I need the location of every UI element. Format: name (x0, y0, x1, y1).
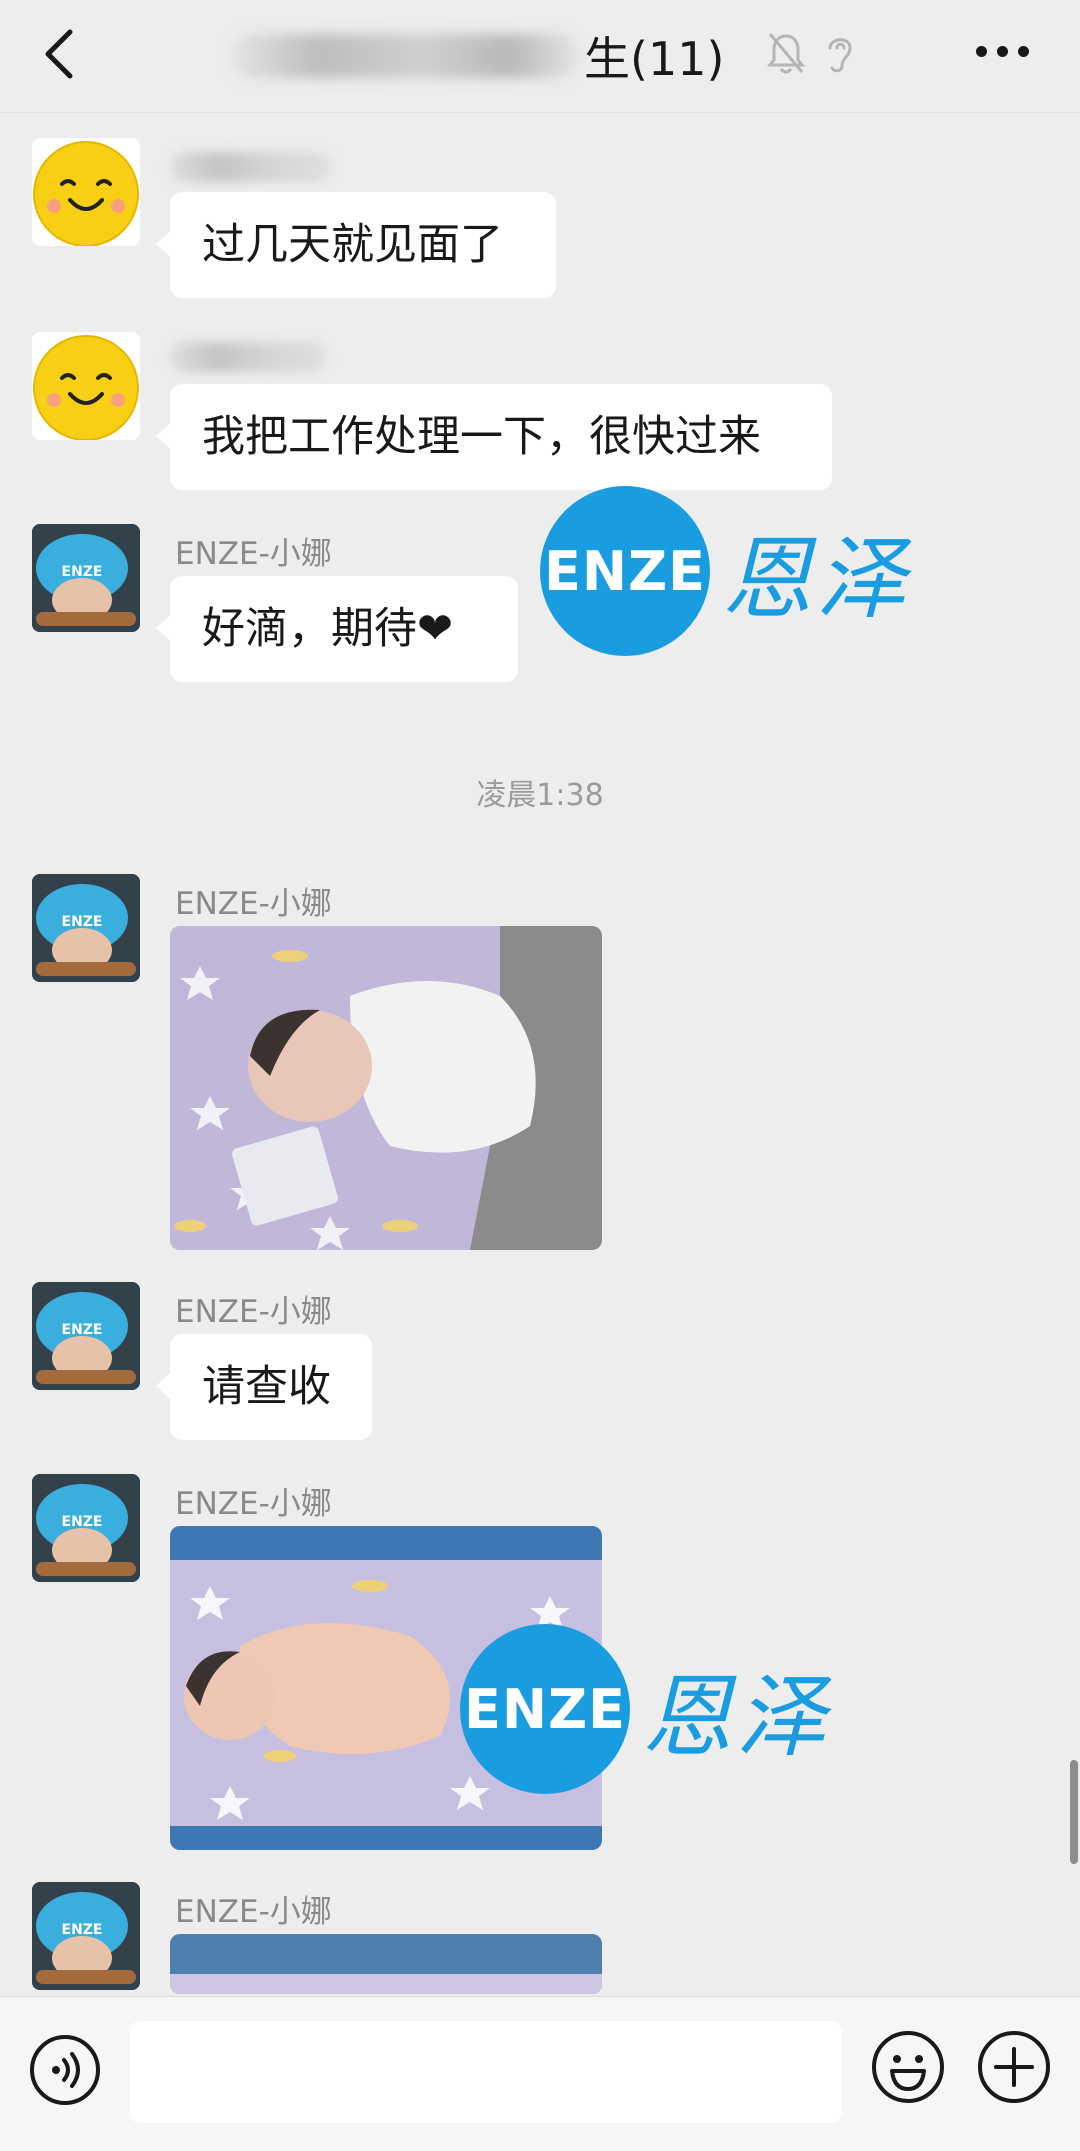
image-message[interactable] (170, 1934, 602, 1994)
avatar[interactable]: ENZE (32, 524, 140, 632)
chat-title-text: 生(11) (584, 32, 725, 86)
avatar[interactable]: ENZE (32, 1282, 140, 1390)
earpiece-icon (828, 38, 852, 73)
svg-text:ENZE: ENZE (62, 1322, 103, 1338)
avatar[interactable]: ENZE (32, 1474, 140, 1582)
avatar[interactable]: ENZE (32, 874, 140, 982)
avatar[interactable] (32, 138, 140, 246)
more-icon[interactable] (976, 46, 1030, 60)
svg-text:ENZE: ENZE (62, 1514, 103, 1530)
scrollbar[interactable] (1070, 1760, 1078, 1864)
smiley-face-avatar (33, 141, 139, 246)
avatar[interactable]: ENZE (32, 1882, 140, 1990)
baby-chef-hat-avatar: ENZE (32, 1882, 140, 1990)
redacted-title-blur (230, 34, 580, 78)
watermark-logo: ENZE (540, 486, 710, 656)
baby-chef-hat-avatar: ENZE (32, 524, 140, 632)
smiley-face-avatar (33, 335, 139, 440)
avatar[interactable] (32, 332, 140, 440)
baby-chef-hat-avatar: ENZE (32, 1282, 140, 1390)
message-bubble[interactable]: 请查收 (156, 1334, 372, 1440)
enze-watermark: ENZE 恩泽 (540, 486, 910, 656)
input-bar (0, 1996, 1080, 2151)
message-text: 好滴，期待❤ (202, 604, 454, 654)
mute-bell-icon (766, 33, 806, 74)
sender-name: ENZE-小娜 (175, 886, 332, 922)
emoji-icon[interactable] (870, 2029, 946, 2105)
message-input[interactable] (130, 2021, 842, 2123)
sender-name: ENZE-小娜 (175, 1294, 332, 1330)
enze-watermark: ENZE 恩泽 (460, 1624, 830, 1794)
timestamp: 凌晨1:38 (476, 778, 604, 813)
baby-photo (170, 1934, 602, 1994)
svg-text:ENZE: ENZE (62, 564, 103, 580)
chat-header: 生(11) (0, 0, 1080, 113)
chat-title: 生(11) (230, 20, 724, 92)
sender-name: ENZE-小娜 (175, 1486, 332, 1522)
svg-text:ENZE: ENZE (62, 1922, 103, 1938)
baby-chef-hat-avatar: ENZE (32, 874, 140, 982)
message-bubble[interactable]: 我把工作处理一下，很快过来 (156, 384, 832, 490)
baby-chef-hat-avatar: ENZE (32, 1474, 140, 1582)
watermark-logo: ENZE (460, 1624, 630, 1794)
sender-name: ENZE-小娜 (175, 1894, 332, 1930)
voice-icon[interactable] (28, 2033, 102, 2107)
back-icon[interactable] (40, 28, 80, 80)
watermark-chinese: 恩泽 (642, 1665, 830, 1770)
sender-name: ENZE-小娜 (175, 536, 332, 572)
redacted-sender-name (170, 152, 330, 182)
baby-photo (170, 926, 602, 1250)
svg-text:ENZE: ENZE (62, 914, 103, 930)
image-message[interactable] (170, 926, 602, 1250)
message-bubble[interactable]: 好滴，期待❤ (156, 576, 518, 682)
message-bubble[interactable]: 过几天就见面了 (156, 192, 556, 298)
watermark-chinese: 恩泽 (722, 527, 910, 632)
redacted-sender-name (170, 342, 326, 372)
plus-icon[interactable] (976, 2029, 1052, 2105)
